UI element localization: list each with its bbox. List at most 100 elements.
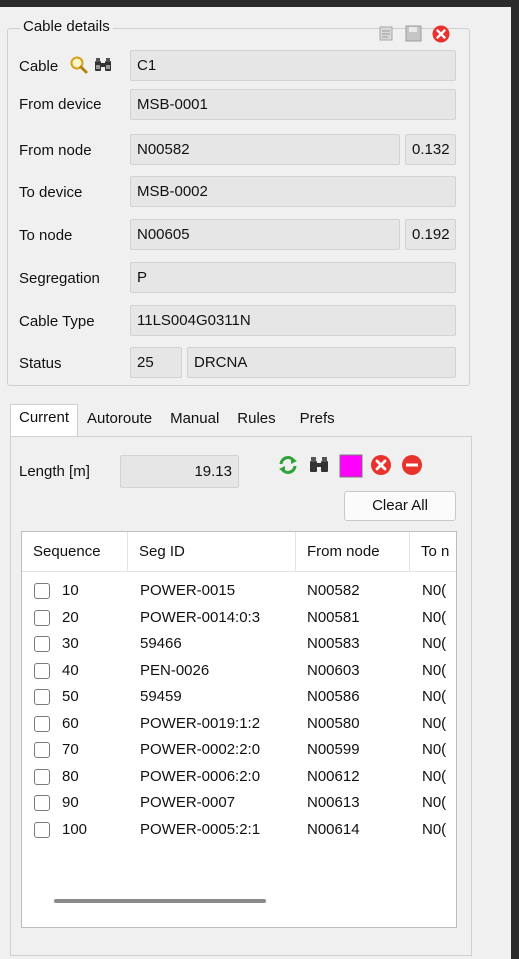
cell-sequence: 70 <box>62 741 79 758</box>
row-checkbox[interactable] <box>34 795 50 811</box>
from-node-offset-field[interactable]: 0.132 <box>405 134 456 165</box>
from-device-field[interactable]: MSB-0001 <box>130 89 456 120</box>
cell-to-node: N0( <box>422 820 447 838</box>
clear-all-button[interactable]: Clear All <box>344 491 456 521</box>
row-checkbox[interactable] <box>34 821 50 838</box>
table-row[interactable]: 10 POWER-0015 N00582 N0( <box>22 578 456 604</box>
table-row[interactable]: 30 59466 N00583 N0( <box>22 631 456 657</box>
cable-type-field[interactable]: 11LS004G0311N <box>130 305 456 336</box>
delete-icon[interactable] <box>370 454 392 476</box>
column-header-sequence[interactable]: Sequence <box>22 532 128 572</box>
cell-seg-id: 59459 <box>140 688 182 705</box>
from-node-label: From node <box>19 142 92 159</box>
cell-sequence: 100 <box>62 820 88 838</box>
row-checkbox[interactable] <box>34 742 50 758</box>
cell-from-node: N00583 <box>307 635 360 652</box>
remove-icon[interactable] <box>401 454 423 476</box>
search-icon[interactable] <box>69 55 89 75</box>
window-top-border <box>0 0 519 7</box>
table-row[interactable]: 100 POWER-0005:2:1 N00614 N0( <box>22 817 456 843</box>
cell-from-node: N00603 <box>307 661 360 679</box>
length-label: Length [m] <box>19 463 90 480</box>
cell-from-node: N00582 <box>307 582 360 599</box>
tab-autoroute[interactable]: Autoroute <box>78 404 161 437</box>
status-value-field[interactable]: DRCNA <box>187 347 456 378</box>
to-node-label: To node <box>19 227 73 244</box>
table-row[interactable]: 20 POWER-0014:0:3 N00581 N0( <box>22 605 456 631</box>
from-node-field[interactable]: N00582 <box>130 134 400 165</box>
table-row[interactable]: 50 59459 N00586 N0( <box>22 684 456 710</box>
cell-seg-id: POWER-0015 <box>140 582 236 599</box>
cell-to-node: N0( <box>422 661 447 679</box>
table-row[interactable]: 40 PEN-0026 N00603 N0( <box>22 658 456 684</box>
cell-seg-id: 59466 <box>140 635 182 652</box>
tab-current[interactable]: Current <box>10 404 79 438</box>
window-right-border <box>511 0 519 959</box>
from-device-label: From device <box>19 96 102 113</box>
cell-seg-id: POWER-0006:2:0 <box>140 767 261 785</box>
row-checkbox[interactable] <box>34 609 50 626</box>
to-device-label: To device <box>19 184 83 201</box>
row-checkbox[interactable] <box>34 715 50 732</box>
cell-sequence: 20 <box>62 608 79 626</box>
cell-sequence: 40 <box>62 661 79 679</box>
cell-to-node: N0( <box>422 794 447 811</box>
cell-from-node: N00580 <box>307 714 360 732</box>
cell-sequence: 90 <box>62 794 79 811</box>
cell-seg-id: POWER-0014:0:3 <box>140 608 261 626</box>
cell-to-node: N0( <box>422 582 447 599</box>
close-icon[interactable] <box>432 25 450 43</box>
cell-seg-id: POWER-0007 <box>140 794 236 811</box>
length-field: 19.13 <box>120 455 239 488</box>
cell-seg-id: POWER-0005:2:1 <box>140 820 261 838</box>
tab-manual[interactable]: Manual <box>161 404 228 437</box>
to-node-offset-field[interactable]: 0.192 <box>405 219 456 250</box>
column-header-to-node[interactable]: To n <box>410 532 456 572</box>
status-label: Status <box>19 355 62 372</box>
save-icon[interactable] <box>405 25 422 42</box>
column-header-seg-id[interactable]: Seg ID <box>128 532 296 572</box>
status-code-field[interactable]: 25 <box>130 347 182 378</box>
cell-from-node: N00613 <box>307 794 360 811</box>
row-checkbox[interactable] <box>34 636 50 652</box>
cell-from-node: N00612 <box>307 767 360 785</box>
to-device-field[interactable]: MSB-0002 <box>130 176 456 207</box>
route-toolbar <box>277 452 423 478</box>
horizontal-scrollbar[interactable] <box>54 899 266 903</box>
cell-seg-id: POWER-0002:2:0 <box>140 741 261 758</box>
tab-bar: Current Autoroute Manual Rules Prefs <box>10 404 350 438</box>
segregation-label: Segregation <box>19 270 100 287</box>
cell-sequence: 10 <box>62 582 79 599</box>
table-header: Sequence Seg ID From node To n <box>22 532 456 572</box>
cell-from-node: N00599 <box>307 741 360 758</box>
row-checkbox[interactable] <box>34 662 50 679</box>
color-swatch[interactable] <box>339 454 363 478</box>
cell-from-node: N00581 <box>307 608 360 626</box>
cell-seg-id: PEN-0026 <box>140 661 210 679</box>
cell-sequence: 60 <box>62 714 79 732</box>
binoculars-icon[interactable] <box>308 454 330 476</box>
cell-sequence: 80 <box>62 767 79 785</box>
cell-to-node: N0( <box>422 741 447 758</box>
tab-rules[interactable]: Rules <box>228 404 284 437</box>
segment-table: Sequence Seg ID From node To n 10 POWER-0… <box>21 531 457 928</box>
table-row[interactable]: 60 POWER-0019:1:2 N00580 N0( <box>22 711 456 737</box>
to-node-field[interactable]: N00605 <box>130 219 400 250</box>
row-checkbox[interactable] <box>34 583 50 599</box>
table-row[interactable]: 90 POWER-0007 N00613 N0( <box>22 790 456 816</box>
group-title: Cable details <box>20 18 113 35</box>
row-checkbox[interactable] <box>34 689 50 705</box>
cable-field[interactable]: C1 <box>130 50 456 81</box>
segregation-field[interactable]: P <box>130 262 456 293</box>
cell-to-node: N0( <box>422 688 447 705</box>
edit-doc-icon[interactable] <box>378 25 395 42</box>
row-checkbox[interactable] <box>34 768 50 785</box>
tab-prefs[interactable]: Prefs <box>285 404 350 437</box>
binoculars-icon[interactable] <box>93 55 113 75</box>
column-header-from-node[interactable]: From node <box>296 532 410 572</box>
cell-sequence: 30 <box>62 635 79 652</box>
table-row[interactable]: 70 POWER-0002:2:0 N00599 N0( <box>22 737 456 763</box>
refresh-icon[interactable] <box>277 454 299 476</box>
table-row[interactable]: 80 POWER-0006:2:0 N00612 N0( <box>22 764 456 790</box>
cell-from-node: N00586 <box>307 688 360 705</box>
